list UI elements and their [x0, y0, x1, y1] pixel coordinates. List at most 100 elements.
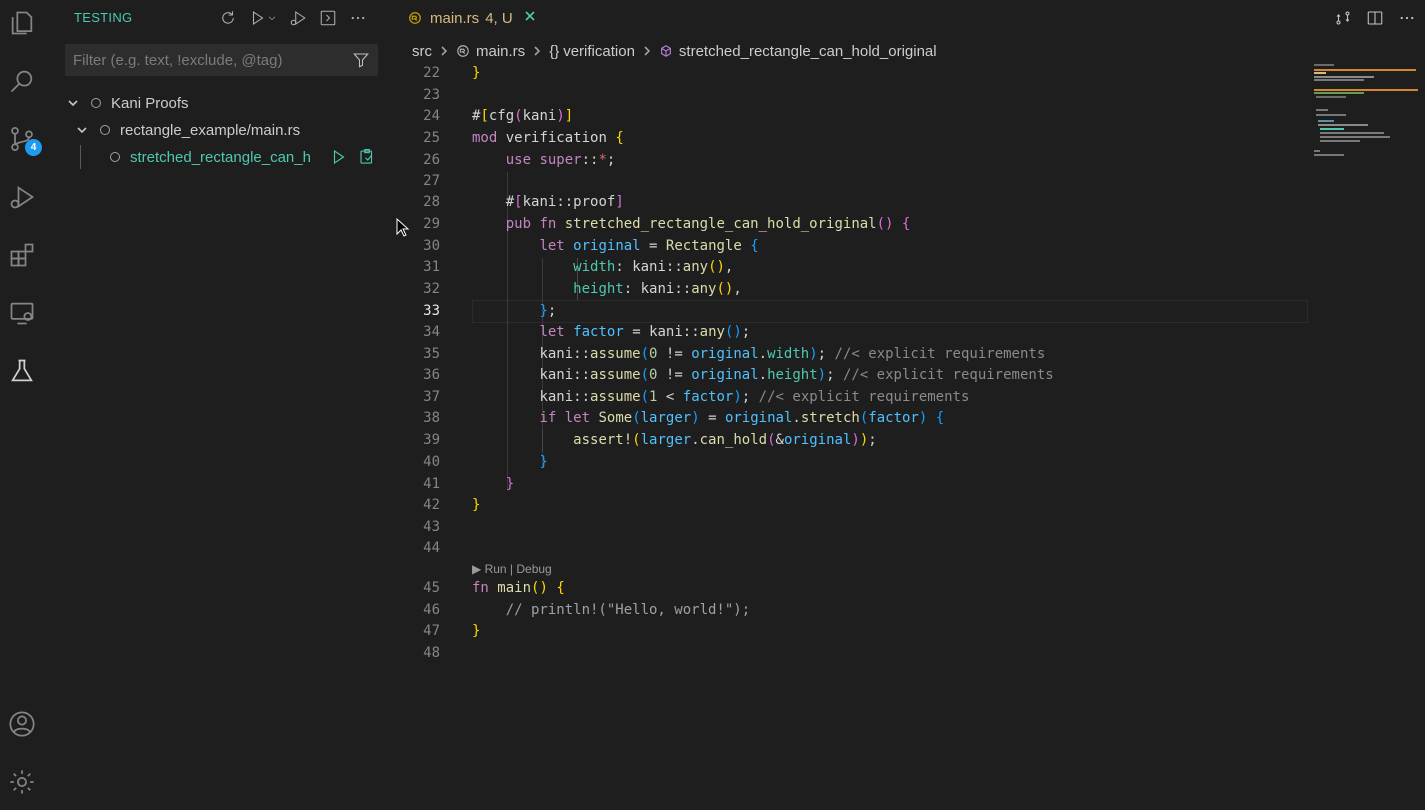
function-cube-icon — [659, 44, 673, 58]
code-line: 47} — [423, 623, 481, 639]
code-line: 33 }; — [423, 303, 557, 319]
code-line: 41 } — [423, 476, 515, 492]
tree-item-label: rectangle_example/main.rs — [120, 121, 301, 139]
mouse-cursor-icon — [396, 218, 410, 237]
explorer-icon[interactable] — [7, 8, 37, 38]
activity-bar: 4 — [0, 0, 46, 810]
source-control-icon[interactable]: 4 — [7, 124, 42, 156]
tree-item-test-case[interactable]: stretched_rectangle_can_h — [110, 145, 328, 169]
code-line: 48 — [423, 645, 440, 661]
code-lens-run-debug[interactable]: ▶ Run | Debug — [472, 562, 552, 576]
code-line: 30 let original = Rectangle { — [423, 238, 759, 254]
minimap-line — [1316, 96, 1346, 98]
tab-label: main.rs — [430, 9, 480, 27]
test-filter-input[interactable] — [73, 51, 343, 69]
code-line: 44 — [423, 540, 440, 556]
breadcrumb: src main.rs {} verification stretched_re… — [412, 40, 937, 62]
minimap-line — [1314, 154, 1344, 156]
chevron-right-icon — [642, 46, 652, 56]
test-filter — [65, 44, 378, 76]
settings-gear-icon[interactable] — [7, 767, 37, 797]
tree-indent-guide — [80, 145, 81, 169]
split-editor-icon[interactable] — [1363, 6, 1387, 30]
minimap-line — [1314, 79, 1364, 81]
test-status-icon — [110, 152, 120, 162]
code-line: 26 use super::*; — [423, 152, 616, 168]
source-control-badge: 4 — [25, 139, 42, 156]
code-line: 22} — [423, 65, 481, 81]
breadcrumb-module[interactable]: verification — [563, 43, 635, 60]
tree-item-rectangle-file[interactable]: rectangle_example/main.rs — [74, 118, 300, 142]
minimap-line — [1316, 114, 1346, 116]
minimap-line — [1318, 124, 1368, 126]
testing-sidebar: TESTING Kani Proofs rectangle_examp — [46, 0, 392, 810]
filter-icon[interactable] — [352, 51, 370, 69]
code-line: 31 width: kani::any(), — [423, 259, 734, 275]
code-line: 27 — [423, 173, 440, 189]
code-line: 24 #[cfg(kani)] — [423, 108, 574, 124]
code-line: 32 height: kani::any(), — [423, 281, 742, 297]
code-line: 28 #[kani::proof] — [423, 194, 624, 210]
code-line: 25 mod verification { — [423, 130, 624, 146]
tree-item-label: Kani Proofs — [111, 94, 189, 112]
code-line: 29 pub fn stretched_rectangle_can_hold_o… — [423, 216, 911, 232]
tab-status: 4, U — [485, 9, 513, 27]
minimap-line — [1314, 64, 1334, 66]
editor-actions — [1323, 6, 1419, 30]
extensions-icon[interactable] — [7, 240, 37, 270]
breadcrumb-symbol[interactable]: stretched_rectangle_can_hold_original — [679, 43, 937, 60]
code-line: 37 kani::assume(1 < factor); //< explici… — [423, 389, 970, 405]
account-icon[interactable] — [7, 709, 37, 739]
tree-item-label: stretched_rectangle_can_h — [130, 148, 311, 166]
code-line: 43 — [423, 519, 440, 535]
rust-file-icon — [456, 44, 470, 58]
breadcrumb-folder[interactable]: src — [412, 43, 432, 60]
close-icon[interactable] — [523, 9, 537, 27]
minimap-line — [1320, 128, 1344, 130]
module-icon: {} — [549, 42, 560, 60]
debug-all-tests-icon[interactable] — [286, 6, 310, 30]
minimap-line — [1320, 140, 1360, 142]
open-changes-icon[interactable] — [1331, 6, 1355, 30]
code-line: 36 kani::assume(0 != original.height); /… — [423, 367, 1054, 383]
minimap-line — [1314, 69, 1416, 71]
chevron-right-icon — [439, 46, 449, 56]
minimap-line — [1314, 150, 1320, 152]
minimap-line — [1320, 132, 1384, 134]
more-actions-icon[interactable] — [1395, 6, 1419, 30]
minimap-line — [1320, 136, 1390, 138]
minimap-line — [1318, 120, 1334, 122]
minimap-line — [1314, 89, 1418, 91]
code-line: 40 } — [423, 454, 548, 470]
editor-area: main.rs 4, U src main.rs {} verification… — [392, 0, 1425, 810]
run-debug-icon[interactable] — [7, 182, 37, 212]
more-actions-icon[interactable] — [346, 6, 370, 30]
go-to-test-icon[interactable] — [358, 148, 376, 171]
minimap[interactable] — [1312, 62, 1422, 172]
refresh-tests-icon[interactable] — [216, 6, 240, 30]
code-line: 46 // println!("Hello, world!"); — [423, 602, 751, 618]
search-icon[interactable] — [7, 66, 37, 96]
show-output-icon[interactable] — [316, 6, 340, 30]
sidebar-toolbar — [210, 6, 370, 30]
test-status-icon — [91, 98, 101, 108]
tree-item-kani-proofs[interactable]: Kani Proofs — [65, 91, 189, 115]
minimap-line — [1314, 76, 1374, 78]
test-row-actions — [330, 148, 376, 171]
test-status-icon — [100, 125, 110, 135]
code-line: 42} — [423, 497, 481, 513]
code-line: 34 let factor = kani::any(); — [423, 324, 751, 340]
minimap-line — [1314, 92, 1364, 94]
chevron-down-icon — [65, 95, 81, 111]
minimap-line — [1314, 72, 1326, 74]
remote-explorer-icon[interactable] — [7, 298, 37, 328]
chevron-right-icon — [532, 46, 542, 56]
chevron-down-icon — [74, 122, 90, 138]
code-line: 35 kani::assume(0 != original.width); //… — [423, 346, 1046, 362]
testing-icon[interactable] — [7, 356, 37, 386]
run-all-tests-icon[interactable] — [246, 6, 280, 30]
code-line: 23 — [423, 87, 440, 103]
tab-main-rs[interactable]: main.rs 4, U — [408, 6, 537, 30]
run-test-icon[interactable] — [330, 148, 348, 171]
breadcrumb-file[interactable]: main.rs — [476, 43, 525, 60]
